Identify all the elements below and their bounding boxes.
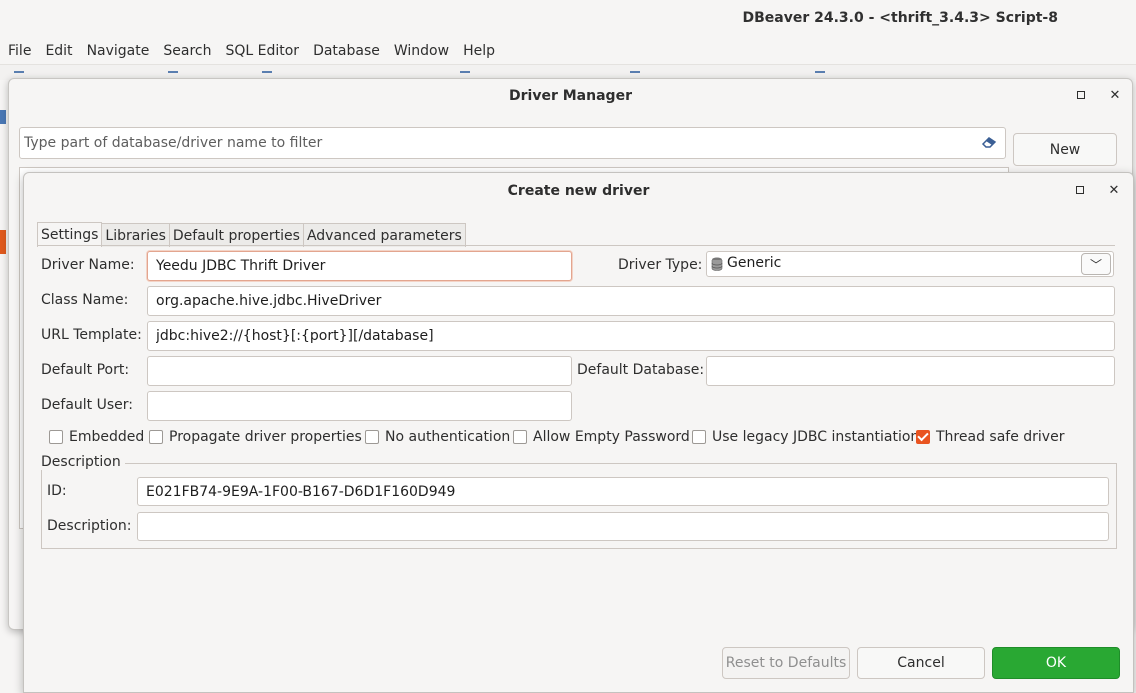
no-authentication-checkbox[interactable]: No authentication <box>365 429 510 445</box>
id-label: ID: <box>47 483 67 499</box>
embedded-label: Embedded <box>69 429 145 445</box>
menu-database[interactable]: Database <box>313 43 380 59</box>
menu-bar: File Edit Navigate Search SQL Editor Dat… <box>0 38 1136 64</box>
ok-button[interactable]: OK <box>992 647 1120 679</box>
tab-settings[interactable]: Settings <box>37 222 103 247</box>
default-user-input[interactable] <box>147 391 572 421</box>
driver-type-label: Driver Type: <box>618 257 703 273</box>
driver-name-input[interactable] <box>147 251 572 281</box>
menu-sql-editor[interactable]: SQL Editor <box>225 43 299 59</box>
no-authentication-label: No authentication <box>385 429 511 445</box>
class-name-label: Class Name: <box>41 292 129 308</box>
database-icon <box>711 257 723 271</box>
create-driver-dialog: Create new driver ✕ Settings Libraries D… <box>23 172 1134 693</box>
checkbox-box-checked[interactable] <box>916 430 930 444</box>
checkbox-box[interactable] <box>149 430 163 444</box>
background-editor-marker <box>0 230 6 254</box>
tab-advanced-parameters[interactable]: Advanced parameters <box>302 223 466 247</box>
maximize-button[interactable] <box>1071 85 1091 105</box>
thread-safe-driver-checkbox[interactable]: Thread safe driver <box>916 429 1064 445</box>
driver-manager-title: Driver Manager <box>509 88 632 104</box>
reset-to-defaults-button[interactable]: Reset to Defaults <box>722 647 850 679</box>
description-group-title: Description <box>41 454 125 470</box>
propagate-driver-properties-label: Propagate driver properties <box>169 429 362 445</box>
maximize-icon <box>1077 91 1085 99</box>
driver-type-dropdown-button[interactable]: ﹀ <box>1081 253 1111 275</box>
close-button[interactable]: ✕ <box>1104 180 1124 200</box>
settings-tabs: Settings Libraries Default properties Ad… <box>37 222 466 247</box>
embedded-checkbox[interactable]: Embedded <box>49 429 144 445</box>
menu-window[interactable]: Window <box>394 43 449 59</box>
class-name-input[interactable] <box>147 286 1115 316</box>
url-template-label: URL Template: <box>41 327 142 343</box>
thread-safe-driver-label: Thread safe driver <box>936 429 1065 445</box>
allow-empty-password-label: Allow Empty Password <box>533 429 690 445</box>
driver-name-label: Driver Name: <box>41 257 135 273</box>
description-label: Description: <box>47 518 132 534</box>
id-input[interactable] <box>137 477 1109 506</box>
tab-default-properties[interactable]: Default properties <box>168 223 304 247</box>
default-database-label: Default Database: <box>577 362 705 378</box>
maximize-button[interactable] <box>1070 180 1090 200</box>
chevron-down-icon: ﹀ <box>1089 257 1102 272</box>
default-port-input[interactable] <box>147 356 572 386</box>
use-legacy-jdbc-label: Use legacy JDBC instantiation <box>712 429 920 445</box>
driver-type-value: Generic <box>727 255 782 271</box>
default-user-label: Default User: <box>41 397 133 413</box>
menu-edit[interactable]: Edit <box>45 43 72 59</box>
clear-filter-icon[interactable] <box>981 135 997 149</box>
description-input[interactable] <box>137 512 1109 541</box>
checkbox-box[interactable] <box>513 430 527 444</box>
app-title: DBeaver 24.3.0 - <thrift_3.4.3> Script-8 <box>742 10 1059 26</box>
tab-divider <box>37 245 1115 246</box>
checkbox-box[interactable] <box>49 430 63 444</box>
checkbox-box[interactable] <box>365 430 379 444</box>
use-legacy-jdbc-checkbox[interactable]: Use legacy JDBC instantiation <box>692 429 919 445</box>
url-template-input[interactable] <box>147 321 1115 351</box>
default-port-label: Default Port: <box>41 362 130 378</box>
menu-help[interactable]: Help <box>463 43 495 59</box>
checkbox-box[interactable] <box>692 430 706 444</box>
menu-search[interactable]: Search <box>163 43 211 59</box>
cancel-button[interactable]: Cancel <box>857 647 985 679</box>
default-database-input[interactable] <box>706 356 1115 386</box>
menu-navigate[interactable]: Navigate <box>87 43 150 59</box>
tab-libraries[interactable]: Libraries <box>101 223 170 247</box>
close-icon: ✕ <box>1109 87 1121 103</box>
propagate-driver-properties-checkbox[interactable]: Propagate driver properties <box>149 429 362 445</box>
close-icon: ✕ <box>1108 182 1120 198</box>
driver-type-select[interactable]: Generic ﹀ <box>706 251 1114 277</box>
menu-file[interactable]: File <box>8 43 31 59</box>
close-button[interactable]: ✕ <box>1105 85 1125 105</box>
driver-filter-input[interactable] <box>19 127 1006 159</box>
allow-empty-password-checkbox[interactable]: Allow Empty Password <box>513 429 690 445</box>
main-title-bar: DBeaver 24.3.0 - <thrift_3.4.3> Script-8 <box>0 0 1136 38</box>
new-driver-button[interactable]: New <box>1013 133 1117 166</box>
maximize-icon <box>1076 186 1084 194</box>
create-driver-title: Create new driver <box>507 183 650 199</box>
background-editor-edge <box>0 110 6 124</box>
